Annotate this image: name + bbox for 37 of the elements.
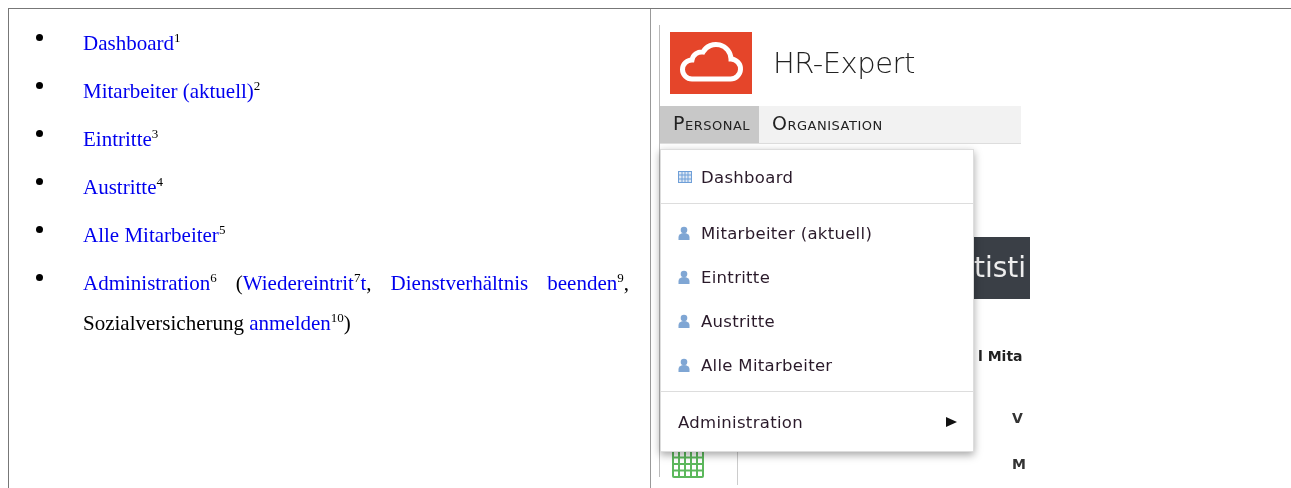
bullet-icon xyxy=(36,226,43,233)
person-icon xyxy=(678,358,692,372)
link[interactable]: Eintritte$^{3}$ xyxy=(83,127,159,151)
menu-item[interactable]: Mitarbeiter (aktuell) xyxy=(661,211,973,255)
person-icon xyxy=(678,226,692,240)
menu-tab[interactable]: Organisation xyxy=(759,106,892,143)
link[interactable]: Austritte$^{4}$ xyxy=(83,175,163,199)
row-label: V xyxy=(1012,410,1023,426)
bullet-icon xyxy=(36,130,43,137)
bullet-icon xyxy=(36,82,43,89)
link[interactable]: Alle Mitarbeiter$^{5}$ xyxy=(83,223,226,247)
link[interactable]: Administration$^{6}$ xyxy=(83,271,217,295)
submenu-arrow-icon xyxy=(946,417,957,427)
row-label: M xyxy=(1012,456,1026,472)
menu-tab[interactable]: Personal xyxy=(660,106,760,143)
link[interactable]: anmelden$^{10}$ xyxy=(249,311,344,335)
menu-item[interactable]: Administration xyxy=(661,399,973,445)
bullet-icon xyxy=(36,178,43,185)
bullet-icon xyxy=(36,274,43,281)
link[interactable]: Mitarbeiter (aktuell)$^{2}$ xyxy=(83,79,261,103)
menu-item[interactable]: Austritte xyxy=(661,299,973,343)
link[interactable]: Wiedereintrit$^{7}$t xyxy=(242,271,367,295)
list-item-text: Administration$^{6}$ (Wiedereintrit$^{7}$t, Dienstverhältnis beenden$^{9}$, Sozialversicherung anmelden$^{10}$) xyxy=(83,269,629,337)
app-title: HR-Expert xyxy=(773,46,915,80)
person-icon xyxy=(678,314,692,328)
section-heading: l Mita xyxy=(978,348,1023,364)
menu-item[interactable]: Eintritte xyxy=(661,255,973,299)
link[interactable]: Dienstverhältnis beenden$^{9}$ xyxy=(390,271,624,295)
logo-icon xyxy=(670,32,752,94)
header-banner: tisti xyxy=(972,237,1031,299)
person-icon xyxy=(678,270,692,284)
bullet-icon xyxy=(36,34,43,41)
link[interactable]: Dashboard$^{1}$ xyxy=(83,31,181,55)
grid-icon[interactable] xyxy=(671,449,705,479)
table-icon xyxy=(678,171,692,183)
menu-item[interactable]: Alle Mitarbeiter xyxy=(661,343,973,387)
menu-item[interactable]: Dashboard xyxy=(661,155,973,199)
